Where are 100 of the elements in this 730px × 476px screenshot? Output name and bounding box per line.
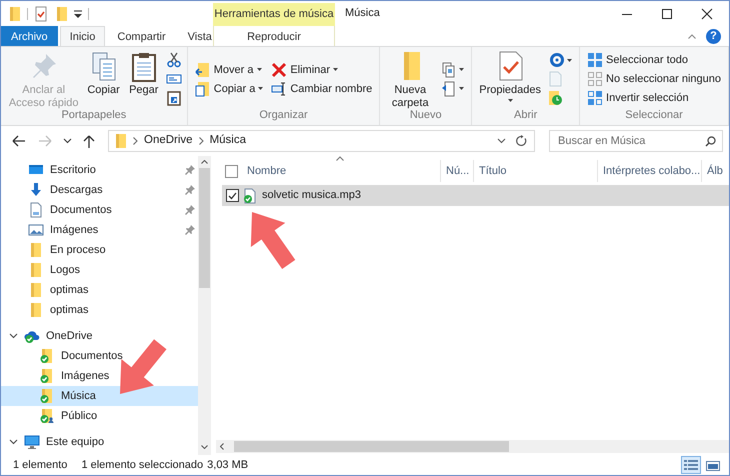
- ribbon-button[interactable]: Invertir selección: [585, 90, 723, 106]
- scrollbar-thumb[interactable]: [199, 168, 210, 288]
- move-to-icon: [194, 62, 211, 78]
- copy-to-icon: [194, 80, 211, 96]
- nav-item[interactable]: Este equipo: [1, 432, 198, 452]
- open-icon: [549, 52, 566, 68]
- cut-icon[interactable]: [166, 52, 182, 68]
- status-text: 1 elemento: [13, 458, 68, 473]
- address-bar[interactable]: OneDrive Música: [108, 130, 535, 152]
- column-header[interactable]: Álb: [702, 160, 726, 182]
- forward-icon: [37, 134, 53, 148]
- caret-icon: [567, 58, 572, 62]
- group-label: Organizar: [258, 108, 309, 123]
- audio-file-icon: [242, 188, 256, 204]
- nav-item[interactable]: Documentos: [1, 346, 198, 366]
- breadcrumb-link[interactable]: Música: [210, 132, 246, 150]
- select-all-checkbox[interactable]: [225, 164, 238, 178]
- caret-icon: [459, 87, 464, 90]
- expand-chevron-icon[interactable]: [9, 333, 18, 339]
- nav-item[interactable]: Descargas: [1, 180, 198, 200]
- ribbon-button[interactable]: Pegar: [126, 50, 162, 97]
- select-all-icon: [587, 52, 604, 68]
- up-icon: [82, 134, 96, 148]
- details-view-button[interactable]: [681, 456, 701, 474]
- folder-icon: [28, 242, 44, 258]
- folder-icon: [28, 302, 44, 318]
- column-header[interactable]: Título: [474, 160, 598, 182]
- group-label: Seleccionar: [624, 108, 684, 123]
- annotation-arrow: [250, 212, 296, 270]
- maximize-icon[interactable]: [661, 8, 673, 20]
- ribbon-tab[interactable]: Inicio: [60, 26, 106, 46]
- scroll-left-icon[interactable]: [220, 443, 224, 450]
- column-header[interactable]: Nú...: [441, 160, 474, 182]
- caret-icon: [258, 87, 264, 90]
- nav-item[interactable]: Documentos: [1, 200, 198, 220]
- easy-access-icon: [441, 80, 458, 96]
- nav-item[interactable]: Público: [1, 406, 198, 426]
- caret-icon: [256, 68, 262, 71]
- ribbon-tab[interactable]: Compartir: [107, 26, 176, 46]
- search-icon[interactable]: [705, 136, 716, 146]
- customize-icon[interactable]: [74, 10, 82, 18]
- file-row[interactable]: solvetic musica.mp3: [222, 185, 729, 206]
- nav-item[interactable]: Imágenes: [1, 220, 198, 240]
- dropdown-icon[interactable]: [497, 138, 506, 144]
- folder-icon: [39, 348, 55, 364]
- refresh-icon[interactable]: [516, 135, 528, 147]
- select-none-icon: [587, 71, 604, 87]
- group-label: Abrir: [513, 108, 538, 123]
- scroll-down-icon[interactable]: [201, 445, 208, 449]
- nav-item[interactable]: Logos: [1, 260, 198, 280]
- download-icon: [28, 182, 44, 198]
- group-label: Nuevo: [408, 108, 443, 123]
- context-tab-header: Herramientas de música: [213, 3, 335, 26]
- folder-icon: [113, 133, 127, 149]
- ribbon-button[interactable]: Copiar: [85, 50, 122, 97]
- caret-icon: [508, 99, 513, 102]
- nav-item[interactable]: Imágenes: [1, 366, 198, 386]
- ribbon-tab[interactable]: Reproducir: [214, 26, 334, 46]
- window-title: Música: [345, 6, 380, 22]
- row-checkbox[interactable]: [226, 189, 239, 202]
- breadcrumb-link[interactable]: OneDrive: [144, 132, 193, 150]
- column-header[interactable]: Intérpretes colabo...: [598, 160, 702, 182]
- nav-item[interactable]: optimas: [1, 300, 198, 320]
- nav-item[interactable]: OneDrive: [1, 326, 198, 346]
- invert-selection-icon: [587, 90, 604, 106]
- delete-icon: [271, 62, 288, 78]
- folder-icon: [39, 408, 55, 424]
- ribbon-button[interactable]: Nueva carpeta: [385, 50, 436, 110]
- vertical-scrollbar[interactable]: [198, 156, 211, 455]
- column-header[interactable]: Nombre: [238, 160, 441, 182]
- ribbon-tab[interactable]: Archivo: [1, 26, 58, 46]
- horizontal-scrollbar[interactable]: [216, 440, 729, 453]
- history-icon[interactable]: [547, 90, 564, 106]
- scrollbar-thumb[interactable]: [234, 441, 509, 452]
- scroll-up-icon[interactable]: [201, 160, 208, 164]
- collapse-ribbon-icon[interactable]: [688, 34, 696, 38]
- nav-item[interactable]: optimas: [1, 280, 198, 300]
- ribbon-button[interactable]: Eliminar: [269, 62, 374, 78]
- close-icon[interactable]: [701, 8, 713, 20]
- properties-icon[interactable]: [34, 6, 48, 22]
- ribbon-button[interactable]: Cambiar nombre: [269, 80, 374, 96]
- expand-chevron-icon[interactable]: [9, 439, 18, 445]
- status-text: 3,03 MB: [207, 458, 248, 473]
- nav-item[interactable]: Escritorio: [1, 160, 198, 180]
- help-button[interactable]: ?: [706, 28, 721, 44]
- folder-icon: [28, 262, 44, 278]
- open-button[interactable]: [547, 52, 574, 68]
- ribbon-button[interactable]: No seleccionar ninguno: [585, 71, 723, 87]
- folder-icon: [39, 388, 55, 404]
- monitor-icon: [24, 434, 40, 450]
- ribbon-button[interactable]: Propiedades: [477, 50, 544, 102]
- image-icon: [28, 222, 44, 238]
- paste-shortcut-icon[interactable]: [166, 90, 182, 106]
- new-item-icon: [441, 62, 458, 78]
- ribbon-button[interactable]: Seleccionar todo: [585, 52, 723, 68]
- ribbon-button[interactable]: Mover a: [192, 62, 266, 78]
- nav-item[interactable]: Música: [1, 386, 198, 406]
- search-field[interactable]: Buscar en Música: [549, 130, 723, 152]
- ribbon-button[interactable]: Copiar a: [192, 80, 266, 96]
- nav-item[interactable]: En proceso: [1, 240, 198, 260]
